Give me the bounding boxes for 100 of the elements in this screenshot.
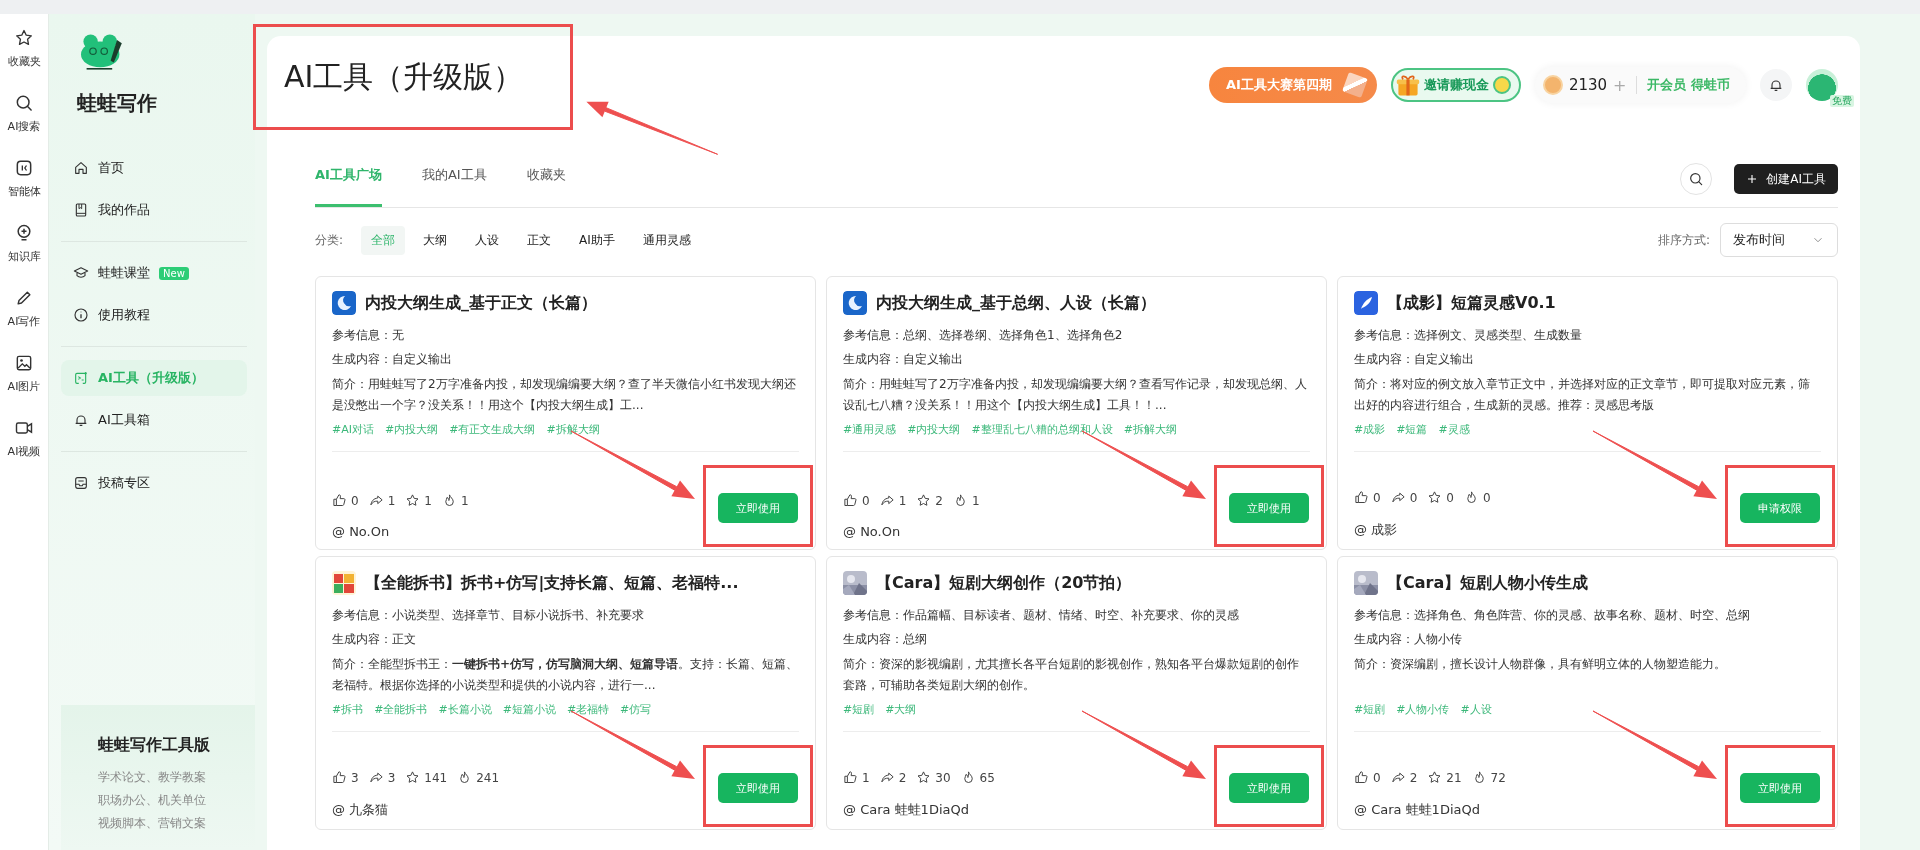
stat-count: 21 xyxy=(1446,770,1462,785)
rail-item[interactable]: AI视频 xyxy=(7,418,41,459)
tag[interactable]: #拆书 xyxy=(332,702,364,717)
nav-item[interactable]: 投稿专区 xyxy=(61,465,247,501)
output-info: 生成内容：自定义输出 xyxy=(332,351,453,368)
tag[interactable]: #有正文生成大纲 xyxy=(449,422,536,437)
bell-icon xyxy=(1768,77,1784,93)
card-description: 简介：资深的影视编剧，尤其擅长各平台短剧的影视创作，熟知各平台爆款短剧的创作套路，可辅助各类短剧大纲的创作。 xyxy=(843,656,1300,694)
star-icon xyxy=(405,493,421,508)
search-icon xyxy=(1688,171,1705,187)
stat-count: 2 xyxy=(898,770,907,785)
contest-banner[interactable]: AI工具大赛第四期 xyxy=(1208,67,1377,103)
card-title: 【全能拆书】拆书+仿写|支持长篇、短篇、老福特... xyxy=(365,572,739,594)
graduation-cap-icon xyxy=(73,265,89,281)
use-button[interactable]: 申请权限 xyxy=(1740,493,1820,523)
tag[interactable]: #通用灵感 xyxy=(843,422,897,437)
category-chip[interactable]: 人设 xyxy=(465,225,510,255)
stat-count: 0 xyxy=(862,493,870,508)
tag[interactable]: #短篇 xyxy=(1396,422,1428,437)
tool-card[interactable]: 【成影】短篇灵感V0.1 参考信息：选择例文、灵感类型、生成数量 生成内容：自定义输出 简介：将对应的例文放入章节正文中，并选择对应的正文章节，即可提取对应元素，筛出好的内容进行组合，生成新的灵感。推荐：灵感思考版 #成影 #短篇 #灵感 0 0 0 0 @ 成影 申请权限 xyxy=(1337,276,1838,550)
tag[interactable]: #拆解大纲 xyxy=(1123,422,1177,437)
stat-count: 3 xyxy=(387,770,396,785)
use-button[interactable]: 立即使用 xyxy=(1229,493,1309,523)
nav-item[interactable]: 使用教程 xyxy=(61,297,247,333)
sort-dropdown[interactable]: 发布时间 xyxy=(1720,223,1838,257)
tag[interactable]: #大纲 xyxy=(885,702,917,717)
tag[interactable]: #AI对话 xyxy=(332,422,374,437)
vip-link[interactable]: 开会员 得蛙币 xyxy=(1647,76,1730,94)
tag[interactable]: #长篇小说 xyxy=(438,702,492,717)
tag[interactable]: #仿写 xyxy=(620,702,652,717)
category-chip[interactable]: 通用灵感 xyxy=(632,225,701,255)
rail-item[interactable]: 收藏夹 xyxy=(7,28,41,69)
star-icon xyxy=(14,28,34,48)
tag[interactable]: #内投大纲 xyxy=(907,422,961,437)
use-button[interactable]: 立即使用 xyxy=(718,493,798,523)
book-icon xyxy=(73,202,89,218)
tag[interactable]: #内投大纲 xyxy=(385,422,439,437)
tag[interactable]: #人物小传 xyxy=(1396,702,1450,717)
tag[interactable]: #拆解大纲 xyxy=(546,422,600,437)
stat-count: 2 xyxy=(935,493,943,508)
rail-item[interactable]: AI图片 xyxy=(7,353,41,394)
nav-item[interactable]: 我的作品 xyxy=(61,192,247,228)
tag[interactable]: #全能拆书 xyxy=(374,702,428,717)
stat-count: 0 xyxy=(1482,490,1491,505)
tab[interactable]: AI工具广场 xyxy=(315,166,382,207)
tool-card[interactable]: 内投大纲生成_基于正文（长篇） 参考信息：无 生成内容：自定义输出 简介：用蛙蛙写了2万字准备内投，却发现编编要大纲？查了半天微信小红书发现大纲还是没憋出一个字？没关系！！用这个【内投大纲生成】工... #AI对话 #内投大纲 #有正文生成大纲 #拆解大纲 0 1 1 1 @ No.On 立即使用 xyxy=(315,276,816,550)
stat-count: 141 xyxy=(424,770,448,785)
tag[interactable]: #短剧 xyxy=(1354,702,1386,717)
tab[interactable]: 我的AI工具 xyxy=(421,166,487,207)
use-button[interactable]: 立即使用 xyxy=(1740,773,1820,803)
tag[interactable]: #整理乱七八糟的总纲和人设 xyxy=(971,422,1113,437)
tag[interactable]: #短剧 xyxy=(843,702,875,717)
star-icon xyxy=(405,770,421,785)
tab[interactable]: 收藏夹 xyxy=(526,166,566,207)
reference-info: 参考信息：小说类型、选择章节、目标小说拆书、补充要求 xyxy=(332,607,645,624)
category-chip[interactable]: 正文 xyxy=(517,225,562,255)
stat-count: 1 xyxy=(387,493,396,508)
promo-line: 职场办公、机关单位 xyxy=(98,792,207,809)
author-name: @ 成影 xyxy=(1354,521,1399,539)
tag[interactable]: #成影 xyxy=(1354,422,1386,437)
nav-item[interactable]: AI工具箱 xyxy=(61,402,247,438)
inbox-icon xyxy=(73,475,89,491)
tool-card[interactable]: 【Cara】短剧人物小传生成 参考信息：选择角色、角色阵营、你的灵感、故事名称、题材、时空、总纲 生成内容：人物小传 简介：资深编剧，擅长设计人物群像，具有鲜明立体的人物塑造能力。 #短剧 #人物小传 #人设 0 2 21 72 @ Cara 蛙蛙1DiaQd 立即使用 xyxy=(1337,556,1838,830)
author-name: @ Cara 蛙蛙1DiaQd xyxy=(843,801,970,819)
category-chip[interactable]: 全部 xyxy=(361,225,406,255)
create-tool-button[interactable]: 创建AI工具 xyxy=(1734,164,1838,194)
rail-item[interactable]: AI搜索 xyxy=(7,93,41,134)
nav-item[interactable]: 蛙蛙课堂 New xyxy=(61,255,247,291)
nav-label: AI工具（升级版） xyxy=(98,369,204,387)
use-button[interactable]: 立即使用 xyxy=(1229,773,1309,803)
tool-card[interactable]: 【全能拆书】拆书+仿写|支持长篇、短篇、老福特... 参考信息：小说类型、选择章节、目标小说拆书、补充要求 生成内容：正文 简介：全能型拆书王：一键拆书+仿写，仿写脑洞大纲、短篇导语。支持：长篇、短篇、老福特。根据你选择的小说类型和提供的小说内容，进行一... #拆书 #全能拆书 #长篇小说 #短篇小说 #老福特 #仿写 3 3 141 241 @ 九条猫 立即使用 xyxy=(315,556,816,830)
rail-item[interactable]: 智能体 xyxy=(7,158,41,199)
tag[interactable]: #老福特 xyxy=(566,702,610,717)
image-icon xyxy=(14,353,34,373)
tool-card[interactable]: 内投大纲生成_基于总纲、人设（长篇） 参考信息：总纲、选择卷纲、选择角色1、选择角色2 生成内容：自定义输出 简介：用蛙蛙写了2万字准备内投，却发现编编要大纲？查看写作记录，却发现总纲、人设乱七八糟？没关系！！用这个【内投大纲生成】工具！！... #通用灵感 #内投大纲 #整理乱七八糟的总纲和人设 #拆解大纲 0 1 2 1 @ No.On 立即使用 xyxy=(826,276,1327,550)
output-info: 生成内容：总纲 xyxy=(843,631,928,648)
search-button[interactable] xyxy=(1680,163,1713,195)
promo-title: 蛙蛙写作工具版 xyxy=(98,735,211,756)
add-coins-button[interactable]: + xyxy=(1613,75,1627,95)
tool-card[interactable]: 【Cara】短剧大纲创作（20节拍） 参考信息：作品篇幅、目标读者、题材、情绪、时空、补充要求、你的灵感 生成内容：总纲 简介：资深的影视编剧，尤其擅长各平台短剧的影视创作，熟知各平台爆款短剧的创作套路，可辅助各类短剧大纲的创作。 #短剧 #大纲 1 2 30 65 @ Cara 蛙蛙1DiaQd 立即使用 xyxy=(826,556,1327,830)
nav-label: 投稿专区 xyxy=(98,474,150,492)
category-chip[interactable]: AI助手 xyxy=(569,225,625,255)
card-description: 简介：全能型拆书王：一键拆书+仿写，仿写脑洞大纲、短篇导语。支持：长篇、短篇、老福特。根据你选择的小说类型和提供的小说内容，进行一... xyxy=(332,656,799,694)
category-chip[interactable]: 大纲 xyxy=(413,225,458,255)
rail-item[interactable]: 知识库 xyxy=(7,223,41,264)
tag[interactable]: #灵感 xyxy=(1438,422,1470,437)
tag[interactable]: #人设 xyxy=(1460,702,1492,717)
stat-count: 30 xyxy=(935,770,951,785)
page-title: AI工具（升级版） xyxy=(284,57,524,96)
share-icon xyxy=(1390,490,1406,505)
stat-count: 72 xyxy=(1490,770,1506,785)
nav-item[interactable]: 首页 xyxy=(61,150,247,186)
notification-button[interactable] xyxy=(1760,69,1792,101)
use-button[interactable]: 立即使用 xyxy=(718,773,798,803)
stat-count: 0 xyxy=(351,493,359,508)
tag[interactable]: #短篇小说 xyxy=(502,702,556,717)
invite-banner[interactable]: 邀请赚现金 xyxy=(1390,68,1521,102)
nav-item[interactable]: AI工具（升级版） xyxy=(61,360,247,396)
card-title: 【Cara】短剧人物小传生成 xyxy=(1387,572,1589,594)
rail-item[interactable]: AI写作 xyxy=(7,288,41,329)
